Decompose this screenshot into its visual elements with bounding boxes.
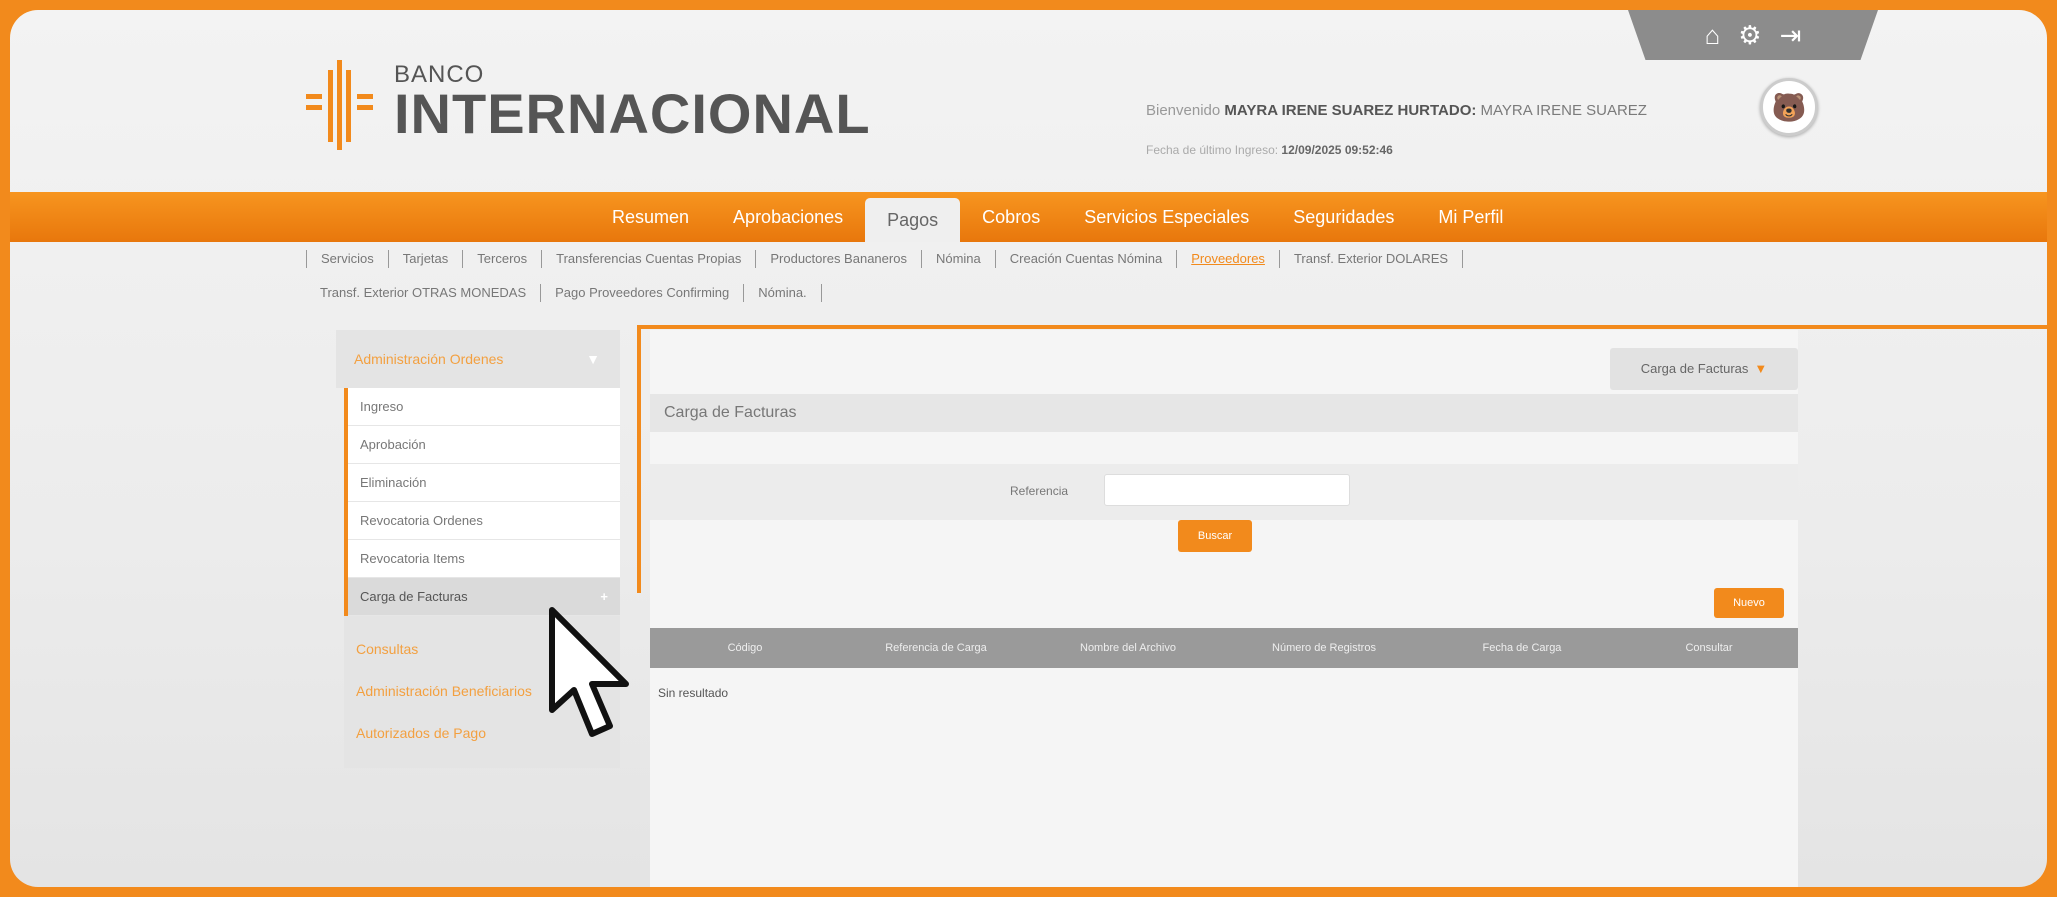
chevron-down-icon: ▼	[586, 351, 600, 367]
caret-down-icon: ▼	[1754, 361, 1768, 376]
bank-logo[interactable]: BANCO INTERNACIONAL	[306, 52, 871, 152]
subnav-confirming[interactable]: Pago Proveedores Confirming	[541, 284, 745, 302]
search-form: Referencia	[650, 464, 1798, 520]
sub-nav: Servicios Tarjetas Terceros Transferenci…	[306, 242, 1814, 310]
column-header-codigo: Código	[727, 642, 763, 654]
results-table-header: Código Referencia de Carga Nombre del Ar…	[650, 628, 1798, 668]
sidebar-item-eliminacion[interactable]: Eliminación	[348, 464, 620, 502]
subnav-nomina[interactable]: Nómina	[922, 250, 996, 268]
nav-resumen[interactable]: Resumen	[590, 192, 711, 242]
subnav-transferencias-propias[interactable]: Transferencias Cuentas Propias	[542, 250, 757, 268]
section-dropdown[interactable]: Carga de Facturas ▼	[1610, 348, 1798, 390]
sidebar-item-ingreso[interactable]: Ingreso	[348, 388, 620, 426]
reference-label: Referencia	[1010, 484, 1069, 498]
sidebar-list: Ingreso Aprobación Eliminación Revocator…	[344, 388, 620, 616]
last-login: Fecha de último Ingreso: 12/09/2025 09:5…	[1146, 143, 1393, 157]
sub-nav-row-1: Servicios Tarjetas Terceros Transferenci…	[306, 242, 1814, 276]
column-header-consultar: Consultar	[1685, 642, 1733, 654]
reference-input[interactable]	[1104, 474, 1350, 506]
new-button[interactable]: Nuevo	[1714, 588, 1784, 618]
search-button[interactable]: Buscar	[1178, 520, 1252, 552]
sidebar-header[interactable]: Administración Ordenes ▼	[336, 330, 620, 388]
app-window: BANCO INTERNACIONAL ⌂ ⚙ ⇥ Bienvenido MAY…	[10, 10, 2047, 887]
last-login-label: Fecha de último Ingreso:	[1146, 143, 1279, 157]
subnav-nomina-2[interactable]: Nómina.	[744, 284, 822, 302]
avatar[interactable]: 🐻	[1760, 78, 1818, 136]
settings-user-icon[interactable]: ⚙	[1738, 22, 1761, 48]
bank-logo-name: INTERNACIONAL	[394, 82, 871, 145]
page-title: Carga de Facturas	[650, 394, 1798, 432]
empty-results-text: Sin resultado	[658, 686, 729, 700]
content-accent-line-horizontal	[637, 325, 2047, 329]
nav-servicios-especiales[interactable]: Servicios Especiales	[1062, 192, 1271, 242]
nav-pagos[interactable]: Pagos	[865, 198, 961, 242]
subnav-proveedores[interactable]: Proveedores	[1177, 250, 1280, 268]
column-header-fecha: Fecha de Carga	[1482, 642, 1562, 654]
subnav-creacion-cuentas-nomina[interactable]: Creación Cuentas Nómina	[996, 250, 1178, 268]
main-content: Carga de Facturas ▼ Carga de Facturas Ref…	[650, 330, 1798, 887]
subnav-productores-bananeros[interactable]: Productores Bananeros	[756, 250, 922, 268]
subnav-terceros[interactable]: Terceros	[463, 250, 543, 268]
column-header-archivo: Nombre del Archivo	[1080, 642, 1176, 654]
sub-nav-row-2: Transf. Exterior OTRAS MONEDAS Pago Prov…	[306, 276, 1814, 310]
sidebar-item-revocatoria-ordenes[interactable]: Revocatoria Ordenes	[348, 502, 620, 540]
sidebar-item-label: Carga de Facturas	[360, 589, 468, 604]
nav-mi-perfil[interactable]: Mi Perfil	[1416, 192, 1525, 242]
sidebar-header-label: Administración Ordenes	[354, 351, 504, 367]
avatar-icon: 🐻	[1771, 91, 1807, 123]
subnav-servicios[interactable]: Servicios	[306, 250, 389, 268]
subnav-transf-exterior-otras[interactable]: Transf. Exterior OTRAS MONEDAS	[306, 284, 542, 302]
top-icon-bar: ⌂ ⚙ ⇥	[1628, 10, 1878, 60]
last-login-value: 12/09/2025 09:52:46	[1281, 143, 1393, 157]
nav-seguridades[interactable]: Seguridades	[1271, 192, 1416, 242]
sidebar-item-aprobacion[interactable]: Aprobación	[348, 426, 620, 464]
user-short-name: MAYRA IRENE SUAREZ	[1480, 102, 1647, 119]
column-header-referencia: Referencia de Carga	[885, 642, 987, 654]
mouse-pointer-icon	[549, 607, 629, 737]
user-full-name: MAYRA IRENE SUAREZ HURTADO:	[1224, 102, 1477, 119]
logout-icon[interactable]: ⇥	[1780, 22, 1802, 48]
welcome-text: Bienvenido MAYRA IRENE SUAREZ HURTADO: M…	[1146, 102, 1647, 119]
bank-logo-mark-icon	[306, 52, 378, 152]
section-dropdown-label: Carga de Facturas	[1640, 361, 1749, 376]
subnav-tarjetas[interactable]: Tarjetas	[389, 250, 464, 268]
nav-aprobaciones[interactable]: Aprobaciones	[711, 192, 865, 242]
home-icon[interactable]: ⌂	[1705, 22, 1721, 48]
column-header-registros: Número de Registros	[1272, 642, 1376, 654]
content-accent-line-vertical	[637, 325, 641, 593]
sidebar-item-revocatoria-items[interactable]: Revocatoria Items	[348, 540, 620, 578]
subnav-transf-exterior-dolares[interactable]: Transf. Exterior DOLARES	[1280, 250, 1464, 268]
main-nav: Resumen Aprobaciones Pagos Cobros Servic…	[10, 192, 2047, 242]
welcome-prefix: Bienvenido	[1146, 102, 1221, 119]
nav-cobros[interactable]: Cobros	[960, 192, 1062, 242]
